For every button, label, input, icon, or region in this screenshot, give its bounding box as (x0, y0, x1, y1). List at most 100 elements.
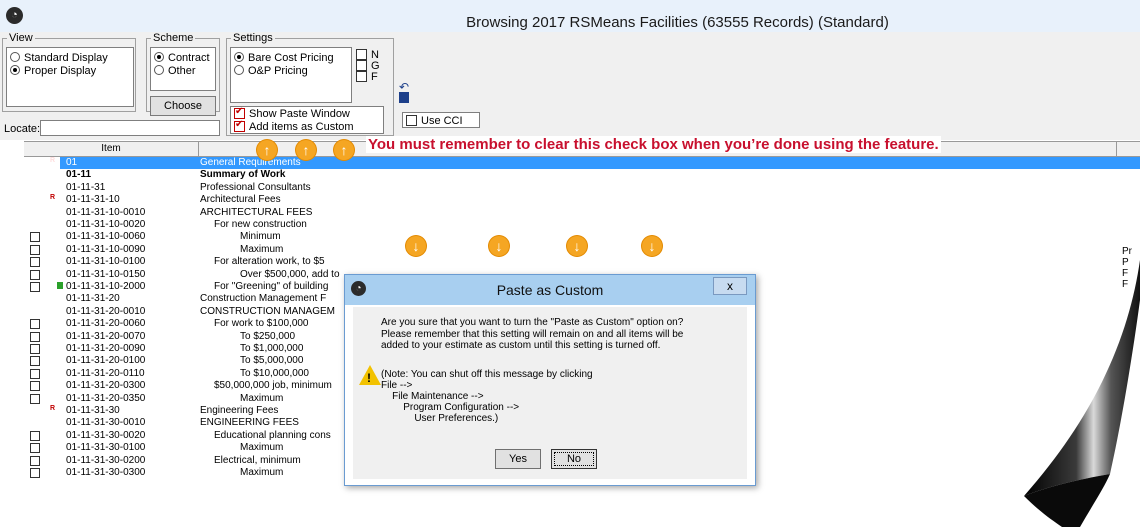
row-checkbox[interactable] (30, 331, 40, 342)
item-description: Architectural Fees (200, 194, 281, 206)
option-label: O&P Pricing (248, 65, 308, 77)
row-checkbox[interactable] (30, 269, 40, 280)
item-description: General Requirements (200, 157, 301, 168)
item-code: 01-11-31 (66, 181, 106, 193)
item-description: Maximum (240, 442, 284, 454)
item-description: Maximum (240, 392, 284, 404)
scheme-contract[interactable]: Contract (154, 52, 210, 64)
yes-button[interactable]: Yes (495, 449, 541, 469)
item-description: Educational planning cons (214, 429, 331, 441)
dialog-body: Are you sure that you want to turn the "… (353, 307, 747, 479)
arrow-down-icon: ↓ (567, 236, 587, 256)
table-row[interactable]: 01-11-31 Professional Consultants (0, 182, 1140, 194)
arrow-up-icon: ↑ (334, 140, 354, 160)
item-description: Over $500,000, add to (240, 268, 340, 280)
dialog-note: (Note: You can shut off this message by … (381, 369, 593, 424)
view-proper-display[interactable]: Proper Display (10, 65, 96, 77)
checkbox-icon (406, 115, 417, 126)
item-description: ARCHITECTURAL FEES (200, 206, 313, 218)
radio-icon (234, 65, 244, 75)
item-code: 01-11-31-20-0110 (66, 367, 145, 379)
item-code: 01-11-31-10-0090 (66, 243, 146, 255)
checkbox-checked-icon (234, 119, 245, 132)
table-row[interactable]: 01-11 Summary of Work (0, 169, 1140, 181)
pricing-op[interactable]: O&P Pricing (234, 65, 308, 77)
pricing-bare-cost[interactable]: Bare Cost Pricing (234, 52, 334, 64)
locate-label: Locate: (4, 123, 41, 135)
item-description: Professional Consultants (200, 181, 311, 193)
row-checkbox[interactable] (30, 455, 40, 466)
locate-input[interactable] (40, 120, 220, 136)
row-checkbox[interactable] (30, 356, 40, 367)
item-description: To $1,000,000 (240, 343, 304, 354)
row-checkbox[interactable] (30, 468, 40, 478)
item-description: CONSTRUCTION MANAGEM (200, 305, 335, 317)
row-checkbox[interactable] (30, 319, 40, 330)
checkbox-icon (356, 49, 367, 60)
show-paste-window-checkbox[interactable]: Show Paste Window (234, 106, 350, 120)
view-standard-display[interactable]: Standard Display (10, 52, 108, 64)
item-description: Construction Management F (200, 293, 327, 305)
checkbox-checked-icon (234, 106, 245, 119)
use-cci-checkbox[interactable]: Use CCI (406, 115, 463, 127)
pricing-box: Bare Cost Pricing O&P Pricing (230, 47, 352, 103)
no-button[interactable]: No (551, 449, 597, 469)
dialog-message: Are you sure that you want to turn the "… (381, 317, 684, 351)
reference-marker-icon: R (50, 157, 56, 164)
option-label: Other (168, 65, 196, 77)
item-code: 01-11-31-20 (66, 293, 120, 305)
item-description: To $5,000,000 (240, 355, 304, 367)
table-row[interactable]: R 01 General Requirements (50, 157, 1140, 170)
row-checkbox[interactable] (30, 393, 40, 404)
table-row[interactable]: 01-11-31-10-0020 For new construction (0, 219, 1140, 231)
item-description: Maximum (240, 243, 284, 255)
scheme-other[interactable]: Other (154, 65, 196, 77)
item-code: 01-11-31-10-0150 (66, 268, 146, 280)
row-checkbox[interactable] (30, 443, 40, 454)
item-code: 01-11-31-30-0300 (66, 467, 146, 478)
option-label: Use CCI (421, 115, 463, 127)
arrow-down-icon: ↓ (642, 236, 662, 256)
arrow-down-icon: ↓ (406, 236, 426, 256)
item-code: 01-11-31-30-0100 (66, 442, 146, 454)
row-checkbox[interactable] (30, 344, 40, 354)
row-checkbox[interactable] (30, 232, 40, 243)
close-button[interactable]: x (713, 277, 747, 295)
reference-marker-icon: R (50, 194, 56, 202)
choose-button[interactable]: Choose (150, 96, 216, 116)
item-code: 01-11-31-30-0200 (66, 454, 146, 466)
item-code: 01-11-31-20-0070 (66, 330, 146, 342)
flag-box: N G F (356, 47, 388, 85)
add-items-custom-checkbox[interactable]: Add items as Custom (234, 119, 354, 133)
table-row[interactable]: 01-11-31-10-0010 ARCHITECTURAL FEES (0, 207, 1140, 219)
item-description: For work to $100,000 (214, 318, 309, 330)
item-code: 01-11-31-30 (66, 405, 120, 416)
item-code: 01-11-31-10-2000 (66, 281, 146, 292)
item-description: For alteration work, to $5 (214, 256, 325, 268)
row-checkbox[interactable] (30, 430, 40, 441)
dialog-title-bar: ◔ Paste as Custom x (345, 275, 755, 305)
table-row[interactable]: 01-11-31-10-0100 For alteration work, to … (0, 256, 1140, 268)
row-checkbox[interactable] (30, 282, 40, 292)
item-code: 01-11-31-20-0350 (66, 392, 146, 404)
scheme-options-box: Contract Other (150, 47, 216, 91)
save-icon[interactable] (399, 92, 409, 103)
radio-selected-icon (154, 52, 164, 62)
radio-icon (154, 65, 164, 75)
option-label: Show Paste Window (249, 108, 350, 120)
item-description: For "Greening" of building (214, 281, 329, 292)
item-code: 01-11-31-20-0060 (66, 318, 146, 330)
option-label: Standard Display (24, 52, 108, 64)
row-checkbox[interactable] (30, 244, 40, 255)
scheme-legend: Scheme (153, 32, 194, 44)
row-checkbox[interactable] (30, 257, 40, 268)
fragment: Pr (1122, 246, 1132, 257)
table-row[interactable]: R 01-11-31-10 Architectural Fees (0, 194, 1140, 206)
row-checkbox[interactable] (30, 381, 40, 392)
item-column-header[interactable]: Item (24, 142, 199, 156)
row-checkbox[interactable] (30, 368, 40, 379)
arrow-up-icon: ↑ (296, 140, 316, 160)
item-code: 01-11-31-20-0090 (66, 343, 146, 354)
item-code: 01-11-31-20-0100 (66, 355, 146, 367)
flag-f[interactable]: F (356, 71, 378, 83)
